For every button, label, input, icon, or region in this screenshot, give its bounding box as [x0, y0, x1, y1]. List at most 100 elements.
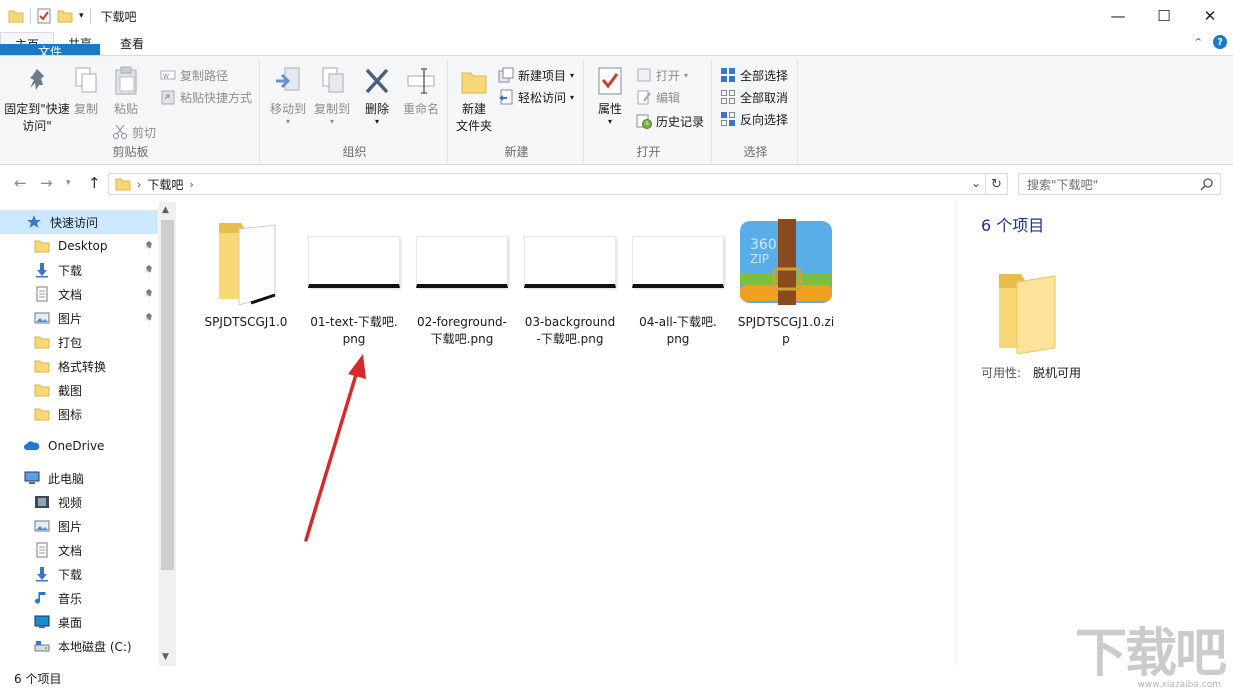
file-item[interactable]: 360 ZIP SPJDTSCGJ1.0.zi p — [736, 214, 836, 348]
easy-access-icon — [499, 89, 513, 105]
chevron-down-icon[interactable]: ▾ — [79, 11, 84, 21]
sidebar-item-label: 桌面 — [58, 615, 83, 630]
sidebar-item-打包[interactable]: 打包 — [0, 330, 158, 354]
delete-button[interactable]: 删除 ▾ — [358, 65, 396, 126]
sidebar-item-pc-0[interactable]: 视频 — [0, 490, 158, 514]
sidebar-item-文档[interactable]: 文档 — [0, 282, 158, 306]
sidebar-item-截图[interactable]: 截图 — [0, 378, 158, 402]
file-item[interactable]: 02-foreground- 下载吧.png — [412, 214, 512, 348]
sidebar-item-下载[interactable]: 下载 — [0, 258, 158, 282]
move-to-button[interactable]: 移动到 ▾ — [266, 65, 310, 126]
pin-quick-access-button[interactable]: 固定到"快速访问" — [4, 65, 70, 135]
sidebar-item-label: 本地磁盘 (C:) — [58, 639, 132, 654]
history-button[interactable]: 历史记录 — [636, 111, 704, 131]
breadcrumb-separator-icon[interactable]: › — [189, 178, 193, 191]
breadcrumb[interactable]: 下载吧 — [147, 176, 183, 193]
paste-button[interactable]: 粘贴 — [106, 65, 146, 118]
file-item[interactable]: 01-text-下载吧. png — [304, 214, 404, 348]
scroll-thumb[interactable] — [161, 220, 174, 570]
cloud-icon — [24, 441, 40, 450]
edit-button[interactable]: 编辑 — [636, 87, 680, 107]
file-item[interactable]: 03-background -下载吧.png — [520, 214, 620, 348]
sidebar-item-label: 视频 — [58, 495, 83, 510]
maximize-button[interactable]: ☐ — [1141, 0, 1187, 32]
sidebar-item-pc-2[interactable]: 文档 — [0, 538, 158, 562]
collapse-ribbon-icon[interactable]: ⌃ — [1194, 36, 1203, 49]
sidebar-item-pc-5[interactable]: 桌面 — [0, 610, 158, 634]
refresh-button[interactable]: ↻ — [986, 173, 1008, 195]
copy-to-icon — [322, 67, 344, 93]
properties-check-icon[interactable] — [37, 8, 51, 24]
folder-icon — [999, 274, 1056, 354]
availability-key: 可用性: — [981, 366, 1022, 380]
availability: 可用性: 脱机可用 — [981, 364, 1081, 381]
scissors-icon — [113, 124, 127, 139]
recent-locations-icon[interactable]: ▾ — [66, 178, 71, 188]
file-item[interactable]: 04-all-下载吧. png — [628, 214, 728, 348]
invert-selection-button[interactable]: 反向选择 — [720, 109, 788, 129]
file-name: 03-background -下载吧.png — [524, 315, 616, 346]
new-item-button[interactable]: 新建项目 ▾ — [498, 65, 574, 85]
back-arrow-icon[interactable]: ← — [14, 174, 27, 192]
chevron-down-icon: ▾ — [570, 92, 575, 102]
nav-scrollbar[interactable]: ▲ ▼ — [159, 202, 176, 666]
copy-button[interactable]: 复制 — [68, 65, 104, 118]
chevron-down-icon: ▾ — [374, 117, 379, 126]
rename-button[interactable]: 重命名 — [398, 65, 444, 118]
sidebar-item-pc-1[interactable]: 图片 — [0, 514, 158, 538]
cut-button[interactable]: 剪切 — [112, 122, 156, 142]
help-icon[interactable]: ? — [1213, 35, 1227, 49]
sidebar-item-pc-6[interactable]: 本地磁盘 (C:) — [0, 634, 158, 658]
separator — [30, 8, 31, 24]
select-group: 全部选择 全部取消 反向选择 选择 — [714, 59, 798, 163]
nav-quick-access[interactable]: 快速访问 — [0, 210, 158, 234]
easy-access-button[interactable]: 轻松访问 ▾ — [498, 87, 574, 107]
new-folder-icon[interactable] — [57, 9, 73, 23]
scroll-down-icon[interactable]: ▼ — [162, 652, 169, 662]
forward-arrow-icon[interactable]: → — [40, 174, 53, 192]
search-input[interactable]: 搜索"下载吧" — [1018, 173, 1221, 195]
properties-button[interactable]: 属性 ▾ — [590, 65, 630, 126]
nav-this-pc-label: 此电脑 — [48, 471, 85, 486]
image-thumbnail — [630, 214, 726, 310]
address-bar[interactable]: › 下载吧 › ⌄ — [108, 173, 986, 195]
new-folder-button[interactable]: 新建 文件夹 — [452, 65, 496, 135]
file-name: 02-foreground- 下载吧.png — [416, 315, 507, 346]
sidebar-item-pc-4[interactable]: 音乐 — [0, 586, 158, 610]
history-label: 历史记录 — [656, 114, 705, 129]
scroll-up-icon[interactable]: ▲ — [162, 205, 169, 215]
sidebar-item-图标[interactable]: 图标 — [0, 402, 158, 426]
tab-view[interactable]: 查看 — [106, 32, 158, 55]
close-button[interactable]: ✕ — [1187, 0, 1233, 32]
nav-onedrive-label: OneDrive — [48, 439, 105, 453]
computer-icon — [24, 471, 40, 484]
clipboard-group-label: 剪贴板 — [112, 145, 149, 159]
file-name: 04-all-下载吧. png — [639, 315, 717, 346]
watermark-text: 下载吧 — [1074, 623, 1227, 684]
red-arrow-annotation — [304, 354, 366, 542]
sidebar-item-label: Desktop — [58, 239, 108, 253]
picture-icon — [34, 518, 50, 534]
copy-path-button[interactable]: W 复制路径 — [160, 65, 228, 85]
image-thumbnail — [522, 214, 618, 310]
address-dropdown-icon[interactable]: ⌄ — [971, 176, 981, 190]
minimize-button[interactable]: — — [1095, 0, 1141, 32]
zip-archive-icon: 360 ZIP — [738, 214, 834, 310]
sidebar-item-desktop[interactable]: Desktop — [0, 234, 158, 258]
nav-this-pc[interactable]: 此电脑 — [0, 466, 158, 490]
open-icon — [637, 68, 651, 82]
copy-to-button[interactable]: 复制到 ▾ — [310, 65, 354, 126]
sidebar-item-pc-3[interactable]: 下载 — [0, 562, 158, 586]
pin-icon — [144, 263, 154, 277]
up-arrow-icon[interactable]: ↑ — [88, 174, 101, 192]
sidebar-item-格式转换[interactable]: 格式转换 — [0, 354, 158, 378]
paste-shortcut-button[interactable]: 粘贴快捷方式 — [160, 87, 252, 107]
file-item[interactable]: SPJDTSCGJ1.0 — [196, 214, 296, 331]
nav-onedrive[interactable]: OneDrive — [0, 434, 158, 458]
open-button[interactable]: 打开 ▾ — [636, 65, 688, 85]
select-all-button[interactable]: 全部选择 — [720, 65, 788, 85]
select-none-button[interactable]: 全部取消 — [720, 87, 788, 107]
drive-icon — [34, 638, 50, 654]
refresh-icon: ↻ — [991, 176, 1002, 192]
sidebar-item-图片[interactable]: 图片 — [0, 306, 158, 330]
